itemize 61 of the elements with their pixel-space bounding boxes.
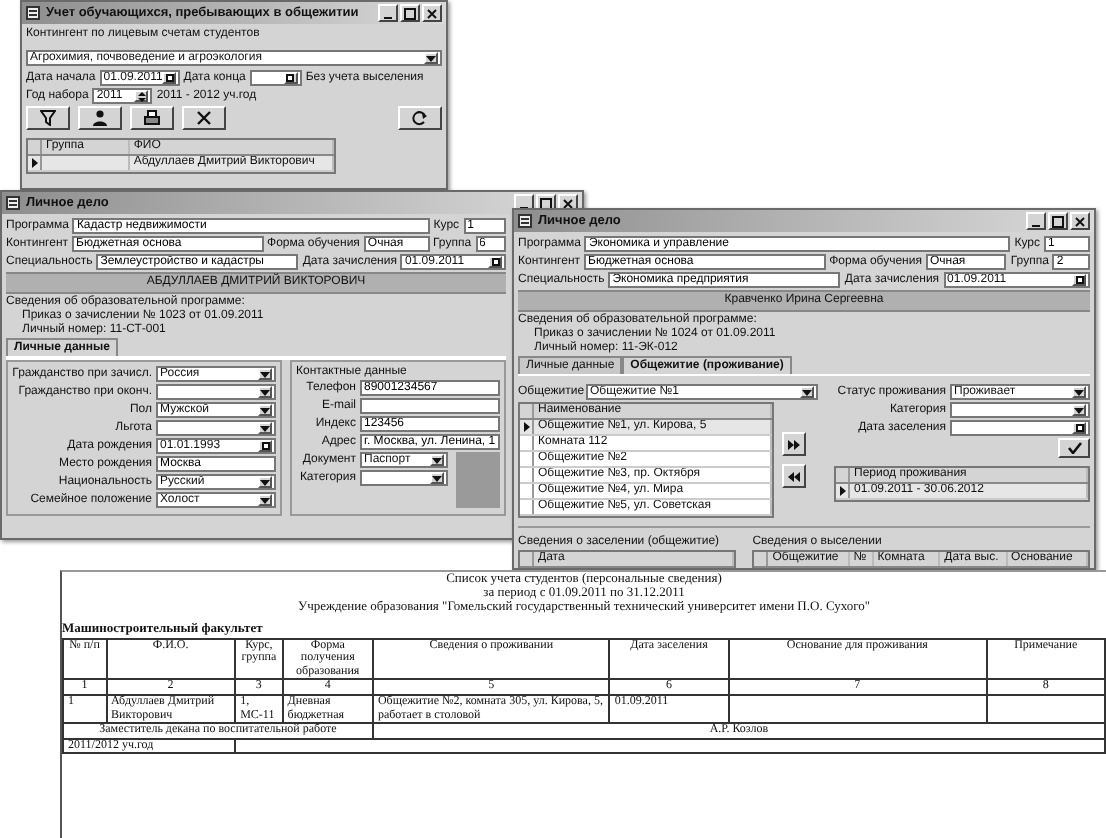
dropdown-field[interactable] xyxy=(156,384,276,400)
close-icon xyxy=(196,110,212,126)
dropdown-arrow-icon xyxy=(260,389,270,395)
calendar-icon xyxy=(491,258,499,266)
dropdown-arrow-icon xyxy=(432,457,442,463)
dropdown-arrow-icon xyxy=(802,389,812,395)
close-icon xyxy=(562,197,574,209)
calendar-icon xyxy=(261,442,269,450)
minimize-button[interactable] xyxy=(378,4,398,22)
window-icon xyxy=(6,196,20,210)
dropdown-arrow-icon xyxy=(260,497,270,503)
dropdown-arrow-icon xyxy=(260,425,270,431)
confirm-button[interactable] xyxy=(1058,438,1090,458)
maximize-icon xyxy=(1052,215,1064,227)
text-field[interactable] xyxy=(360,398,500,414)
calendar-icon xyxy=(165,74,174,82)
dropdown-arrow-icon xyxy=(260,407,270,413)
photo-placeholder xyxy=(456,452,500,508)
double-arrow-left-icon xyxy=(788,471,800,481)
toolbar-button[interactable] xyxy=(182,106,226,130)
dropdown-arrow-icon xyxy=(260,371,270,377)
date-field[interactable] xyxy=(950,420,1090,436)
window-icon xyxy=(518,214,532,228)
maximize-button[interactable] xyxy=(1048,212,1068,230)
toolbar-button[interactable] xyxy=(26,106,70,130)
print-icon xyxy=(144,110,160,126)
toolbar-button[interactable] xyxy=(130,106,174,130)
minimize-button[interactable] xyxy=(1026,212,1046,230)
check-icon xyxy=(1067,442,1081,454)
close-icon xyxy=(1074,215,1086,227)
row-pointer-icon xyxy=(31,158,37,168)
close-button[interactable] xyxy=(422,4,442,22)
person-icon xyxy=(92,110,108,126)
dropdown-arrow-icon xyxy=(432,475,442,481)
dropdown-field[interactable] xyxy=(156,420,276,436)
filter-icon xyxy=(40,110,56,126)
calendar-icon xyxy=(1075,276,1083,284)
toolbar-button[interactable] xyxy=(78,106,122,130)
add-button[interactable] xyxy=(782,432,806,456)
calendar-icon xyxy=(286,74,295,82)
row-pointer-icon xyxy=(523,422,529,432)
maximize-icon xyxy=(404,7,416,19)
refresh-icon xyxy=(412,110,428,126)
window-icon xyxy=(26,6,40,20)
dropdown-arrow-icon xyxy=(260,479,270,485)
dropdown-arrow-icon xyxy=(1074,407,1084,413)
maximize-icon xyxy=(540,197,552,209)
dropdown-arrow-icon xyxy=(426,55,436,61)
spin-icon xyxy=(137,91,146,101)
dropdown-field[interactable] xyxy=(950,402,1090,418)
close-button[interactable] xyxy=(1070,212,1090,230)
maximize-button[interactable] xyxy=(400,4,420,22)
dropdown-arrow-icon xyxy=(1074,389,1084,395)
toolbar-button[interactable] xyxy=(398,106,442,130)
dropdown-field[interactable] xyxy=(360,470,448,486)
remove-button[interactable] xyxy=(782,464,806,488)
double-arrow-right-icon xyxy=(788,439,800,449)
date-field[interactable] xyxy=(249,70,302,86)
calendar-icon xyxy=(1075,424,1083,432)
close-icon xyxy=(426,7,438,19)
row-pointer-icon xyxy=(839,486,845,496)
